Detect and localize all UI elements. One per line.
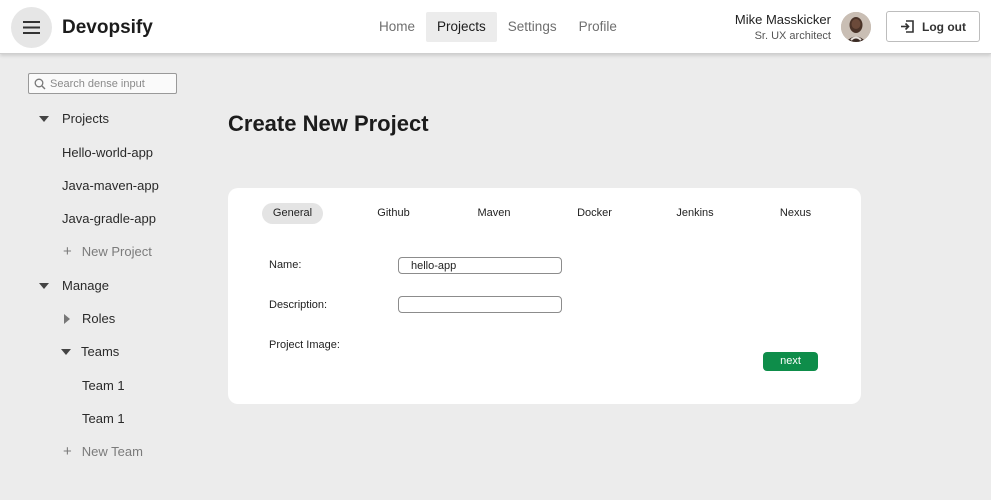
brand-name[interactable]: Devopsify — [62, 17, 153, 39]
description-input[interactable] — [398, 296, 562, 313]
tab-maven[interactable]: Maven — [466, 203, 522, 224]
tree-projects[interactable]: Projects — [39, 111, 109, 126]
new-project-label: New Project — [81, 244, 152, 259]
page-title: Create New Project — [228, 111, 429, 136]
avatar[interactable] — [841, 12, 871, 42]
description-label: Description: — [269, 299, 328, 311]
tree-teams[interactable]: Teams — [61, 344, 119, 359]
logout-icon — [901, 20, 914, 33]
logout-label: Log out — [922, 19, 966, 34]
team-item[interactable]: Team 1 — [82, 411, 125, 426]
tab-jenkins[interactable]: Jenkins — [666, 203, 724, 224]
new-team-label: New Team — [81, 444, 143, 459]
nav-settings[interactable]: Settings — [497, 12, 568, 42]
top-header: Devopsify Home Projects Settings Profile… — [0, 0, 991, 54]
project-item[interactable]: Hello-world-app — [62, 145, 153, 160]
sidebar-search — [28, 73, 177, 94]
tab-docker[interactable]: Docker — [566, 203, 623, 224]
plus-icon: + — [63, 443, 72, 460]
search-input[interactable] — [50, 77, 170, 90]
caret-down-icon[interactable] — [39, 115, 49, 122]
tab-nexus[interactable]: Nexus — [767, 203, 824, 224]
menu-button[interactable] — [11, 7, 52, 48]
caret-right-icon[interactable] — [64, 313, 70, 324]
user-name: Mike Masskicker — [734, 12, 831, 27]
tab-general[interactable]: General — [262, 203, 323, 224]
tree-manage[interactable]: Manage — [39, 278, 109, 293]
caret-down-icon[interactable] — [39, 282, 49, 289]
tree-teams-label: Teams — [81, 344, 120, 359]
name-input[interactable] — [398, 257, 562, 274]
user-avatar-image — [841, 12, 871, 42]
new-project-button[interactable]: + New Project — [63, 244, 152, 259]
nav-projects[interactable]: Projects — [426, 12, 497, 42]
name-label: Name: — [269, 259, 302, 271]
tree-manage-label: Manage — [62, 278, 109, 293]
search-icon — [34, 78, 46, 89]
tab-github[interactable]: Github — [365, 203, 422, 224]
caret-down-icon[interactable] — [61, 348, 71, 355]
create-project-card: General Github Maven Docker Jenkins Nexu… — [228, 188, 861, 404]
hamburger-icon — [23, 21, 40, 34]
project-item[interactable]: Java-gradle-app — [62, 211, 156, 226]
nav-home[interactable]: Home — [368, 12, 426, 42]
project-image-label: Project Image: — [269, 339, 340, 351]
next-button[interactable]: next — [763, 352, 818, 371]
tree-roles-label: Roles — [82, 311, 116, 326]
tree-projects-label: Projects — [62, 111, 109, 126]
tree-roles[interactable]: Roles — [64, 311, 115, 326]
main-nav: Home Projects Settings Profile — [368, 12, 628, 42]
project-item[interactable]: Java-maven-app — [62, 178, 159, 193]
team-item[interactable]: Team 1 — [82, 378, 125, 393]
nav-profile[interactable]: Profile — [568, 12, 628, 42]
plus-icon: + — [63, 243, 72, 260]
new-team-button[interactable]: + New Team — [63, 444, 143, 459]
logout-button[interactable]: Log out — [886, 11, 980, 42]
user-role: Sr. UX architect — [754, 30, 831, 42]
